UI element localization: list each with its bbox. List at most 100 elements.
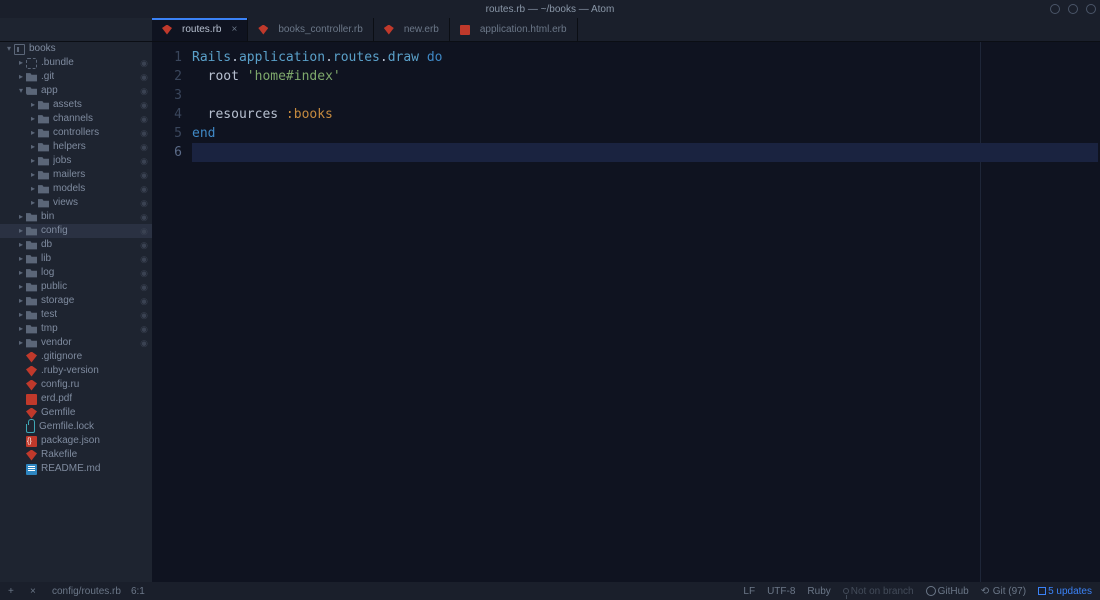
line-number[interactable]: 3	[152, 86, 192, 105]
chevron-right-icon[interactable]: ▸	[16, 280, 26, 294]
line-number-gutter[interactable]: 123456	[152, 42, 192, 582]
visibility-icon[interactable]: ◉	[140, 168, 148, 182]
visibility-icon[interactable]: ◉	[140, 140, 148, 154]
code-area[interactable]: Rails.application.routes.draw do root 'h…	[192, 42, 1100, 162]
tree-item--bundle[interactable]: ▸.bundle◉	[0, 56, 152, 70]
chevron-right-icon[interactable]: ▸	[16, 266, 26, 280]
visibility-icon[interactable]: ◉	[140, 112, 148, 126]
chevron-down-icon[interactable]: ▾	[4, 42, 14, 56]
tree-item-package-json[interactable]: package.json	[0, 434, 152, 448]
new-file-button[interactable]	[8, 586, 20, 597]
tree-item-rakefile[interactable]: Rakefile	[0, 448, 152, 462]
status-updates[interactable]: 5 updates	[1038, 586, 1092, 597]
chevron-right-icon[interactable]: ▸	[28, 140, 38, 154]
visibility-icon[interactable]: ◉	[140, 322, 148, 336]
tree-item-mailers[interactable]: ▸mailers◉	[0, 168, 152, 182]
window-minimize-button[interactable]	[1050, 4, 1060, 14]
chevron-right-icon[interactable]: ▸	[28, 126, 38, 140]
chevron-right-icon[interactable]: ▸	[16, 294, 26, 308]
window-maximize-button[interactable]	[1068, 4, 1078, 14]
code-line[interactable]: resources :books	[192, 105, 1100, 124]
line-number[interactable]: 2	[152, 67, 192, 86]
line-number[interactable]: 4	[152, 105, 192, 124]
code-line[interactable]	[192, 86, 1100, 105]
tree-item-public[interactable]: ▸public◉	[0, 280, 152, 294]
chevron-right-icon[interactable]: ▸	[16, 308, 26, 322]
code-line[interactable]: end	[192, 124, 1100, 143]
status-grammar[interactable]: Ruby	[807, 586, 830, 597]
line-number[interactable]: 1	[152, 48, 192, 67]
line-number[interactable]: 5	[152, 124, 192, 143]
tree-item-erd-pdf[interactable]: erd.pdf	[0, 392, 152, 406]
chevron-right-icon[interactable]: ▸	[16, 210, 26, 224]
visibility-icon[interactable]: ◉	[140, 280, 148, 294]
tree-item-test[interactable]: ▸test◉	[0, 308, 152, 322]
visibility-icon[interactable]: ◉	[140, 210, 148, 224]
editor[interactable]: 123456 Rails.application.routes.draw do …	[152, 42, 1100, 582]
tab-books-controller-rb[interactable]: books_controller.rb	[248, 18, 374, 41]
chevron-right-icon[interactable]: ▸	[28, 112, 38, 126]
chevron-right-icon[interactable]: ▸	[16, 252, 26, 266]
tree-item--ruby-version[interactable]: .ruby-version	[0, 364, 152, 378]
tree-item-tmp[interactable]: ▸tmp◉	[0, 322, 152, 336]
code-line[interactable]: Rails.application.routes.draw do	[192, 48, 1100, 67]
chevron-down-icon[interactable]: ▾	[16, 84, 26, 98]
visibility-icon[interactable]: ◉	[140, 56, 148, 70]
status-encoding[interactable]: UTF-8	[767, 586, 795, 597]
project-tree[interactable]: ▾books▸.bundle◉▸.git◉▾app◉▸assets◉▸chann…	[0, 42, 152, 582]
tree-item-bin[interactable]: ▸bin◉	[0, 210, 152, 224]
tree-item-helpers[interactable]: ▸helpers◉	[0, 140, 152, 154]
tree-item-models[interactable]: ▸models◉	[0, 182, 152, 196]
status-github[interactable]: GitHub	[926, 586, 969, 597]
tree-item-lib[interactable]: ▸lib◉	[0, 252, 152, 266]
visibility-icon[interactable]: ◉	[140, 252, 148, 266]
chevron-right-icon[interactable]: ▸	[28, 196, 38, 210]
tab-routes-rb[interactable]: routes.rb×	[152, 18, 248, 41]
tree-item-readme-md[interactable]: README.md	[0, 462, 152, 476]
close-panel-button[interactable]	[30, 586, 42, 597]
tree-item-views[interactable]: ▸views◉	[0, 196, 152, 210]
code-line[interactable]: root 'home#index'	[192, 67, 1100, 86]
code-line[interactable]	[192, 143, 1100, 162]
chevron-right-icon[interactable]: ▸	[16, 238, 26, 252]
tree-item-vendor[interactable]: ▸vendor◉	[0, 336, 152, 350]
visibility-icon[interactable]: ◉	[140, 224, 148, 238]
visibility-icon[interactable]: ◉	[140, 238, 148, 252]
visibility-icon[interactable]: ◉	[140, 336, 148, 350]
tree-item-gemfile-lock[interactable]: Gemfile.lock	[0, 420, 152, 434]
visibility-icon[interactable]: ◉	[140, 154, 148, 168]
chevron-right-icon[interactable]: ▸	[16, 322, 26, 336]
tree-item-books[interactable]: ▾books	[0, 42, 152, 56]
tree-item-db[interactable]: ▸db◉	[0, 238, 152, 252]
status-git-count[interactable]: Git (97)	[981, 586, 1026, 597]
chevron-right-icon[interactable]: ▸	[28, 98, 38, 112]
tree-item-storage[interactable]: ▸storage◉	[0, 294, 152, 308]
visibility-icon[interactable]: ◉	[140, 126, 148, 140]
visibility-icon[interactable]: ◉	[140, 98, 148, 112]
status-file-path[interactable]: config/routes.rb	[52, 586, 121, 597]
tree-item-log[interactable]: ▸log◉	[0, 266, 152, 280]
visibility-icon[interactable]: ◉	[140, 196, 148, 210]
status-line-ending[interactable]: LF	[743, 586, 755, 597]
chevron-right-icon[interactable]: ▸	[28, 154, 38, 168]
tab-application-html-erb[interactable]: application.html.erb	[450, 18, 578, 41]
chevron-right-icon[interactable]: ▸	[28, 168, 38, 182]
status-branch[interactable]: Not on branch	[843, 586, 914, 597]
tree-item-controllers[interactable]: ▸controllers◉	[0, 126, 152, 140]
chevron-right-icon[interactable]: ▸	[16, 56, 26, 70]
tree-item-assets[interactable]: ▸assets◉	[0, 98, 152, 112]
tab-close-icon[interactable]: ×	[227, 24, 237, 35]
tab-new-erb[interactable]: new.erb	[374, 18, 450, 41]
tree-item-app[interactable]: ▾app◉	[0, 84, 152, 98]
chevron-right-icon[interactable]: ▸	[16, 224, 26, 238]
chevron-right-icon[interactable]: ▸	[16, 70, 26, 84]
tree-item--git[interactable]: ▸.git◉	[0, 70, 152, 84]
chevron-right-icon[interactable]: ▸	[28, 182, 38, 196]
chevron-right-icon[interactable]: ▸	[16, 336, 26, 350]
tree-item--gitignore[interactable]: .gitignore	[0, 350, 152, 364]
status-cursor-position[interactable]: 6:1	[131, 586, 145, 597]
window-close-button[interactable]	[1086, 4, 1096, 14]
tree-item-channels[interactable]: ▸channels◉	[0, 112, 152, 126]
tree-item-config[interactable]: ▸config◉	[0, 224, 152, 238]
tree-item-jobs[interactable]: ▸jobs◉	[0, 154, 152, 168]
